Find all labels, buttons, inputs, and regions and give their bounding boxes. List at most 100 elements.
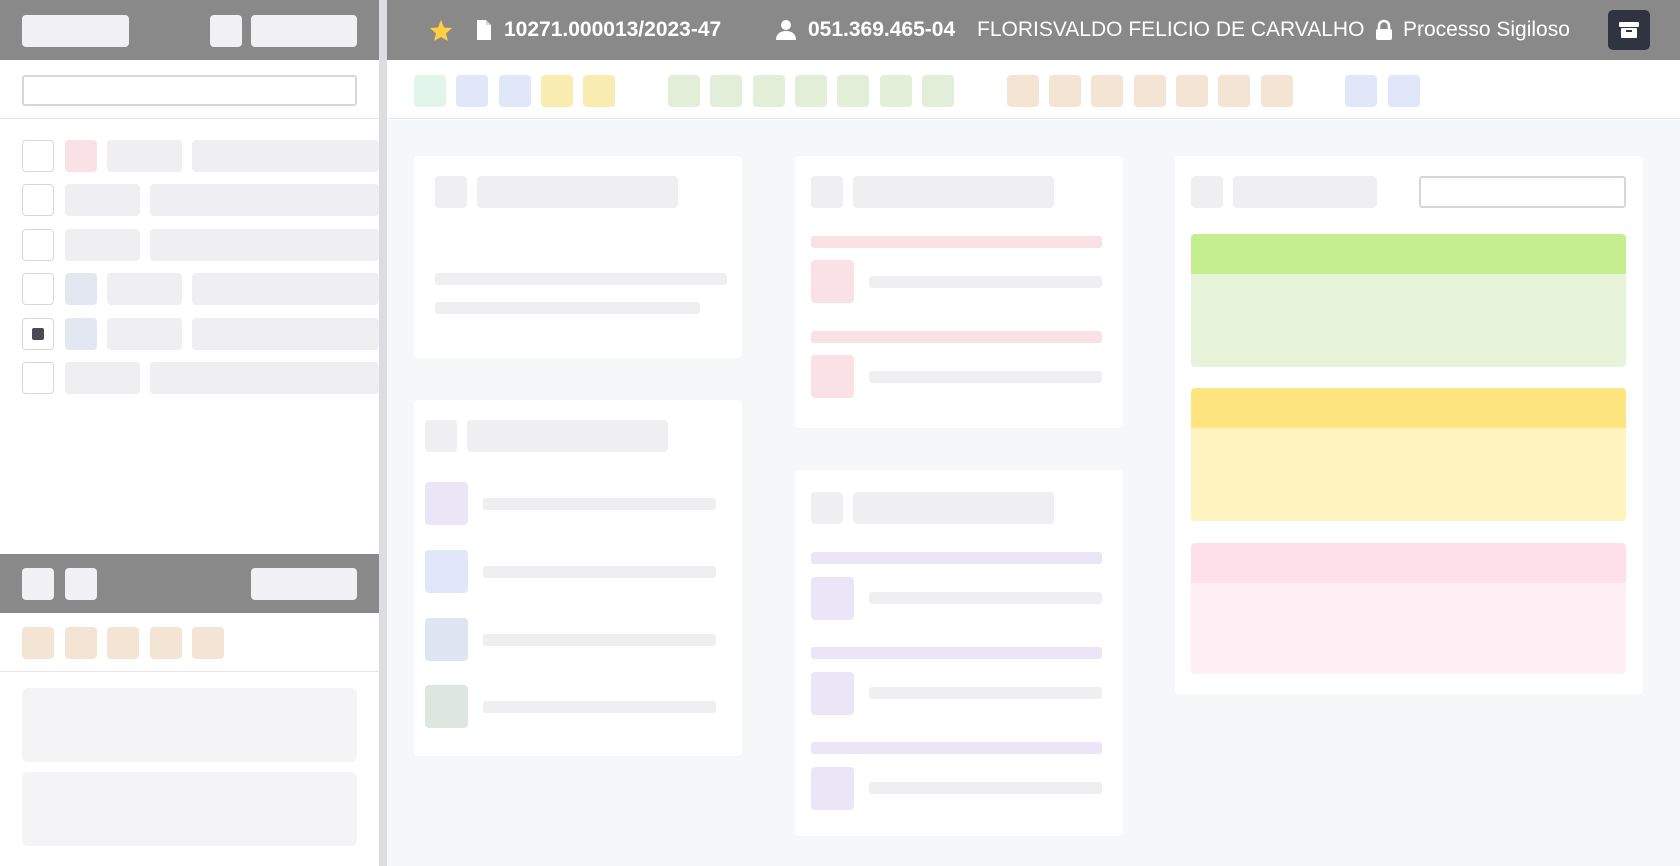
list-item-text [192, 273, 379, 305]
card-section-bar [811, 742, 1102, 754]
archive-button[interactable] [1608, 10, 1650, 50]
list-item-label [107, 273, 182, 305]
info-card [414, 156, 742, 358]
tag-button[interactable] [107, 627, 139, 659]
toolbar-button[interactable] [541, 75, 573, 107]
toolbar-button[interactable] [456, 75, 488, 107]
list-item-tag [65, 318, 97, 350]
card-title-placeholder [853, 492, 1054, 524]
star-icon[interactable] [429, 19, 453, 42]
toolbar-button[interactable] [1261, 75, 1293, 107]
left-bottom-block [22, 772, 357, 846]
secondary-toolbar-button-3[interactable] [251, 568, 357, 600]
list-item-checkbox[interactable] [22, 362, 54, 394]
list-item-label [107, 318, 182, 350]
tag-button[interactable] [192, 627, 224, 659]
action-toolbar [387, 60, 1680, 119]
secondary-toolbar-button-2[interactable] [65, 568, 97, 600]
card-title-placeholder [477, 176, 678, 208]
panel-divider[interactable] [379, 0, 387, 866]
list-item-label [65, 362, 140, 394]
tag-button[interactable] [65, 627, 97, 659]
note-yellow[interactable] [1191, 388, 1626, 521]
toolbar-button[interactable] [1049, 75, 1081, 107]
toolbar-button[interactable] [1176, 75, 1208, 107]
toolbar-button[interactable] [583, 75, 615, 107]
note-header [1191, 543, 1626, 583]
list-item-text [150, 184, 379, 216]
list-card-item-line [483, 566, 716, 578]
toolbar-button[interactable] [668, 75, 700, 107]
toolbar-button[interactable] [1134, 75, 1166, 107]
toolbar-button[interactable] [880, 75, 912, 107]
toolbar-button[interactable] [414, 75, 446, 107]
list-card [414, 400, 742, 756]
note-pink[interactable] [1191, 543, 1626, 674]
note-body [1191, 274, 1626, 367]
card-icon-placeholder [1191, 176, 1223, 208]
list-card-item-line [483, 498, 716, 510]
list-item-checkbox-checked[interactable] [22, 318, 54, 350]
card-line-placeholder [435, 273, 727, 285]
notes-card [1175, 156, 1643, 694]
list-item-tag [65, 140, 97, 172]
process-number: 10271.000013/2023-47 [476, 18, 721, 42]
search-input[interactable] [22, 75, 357, 106]
toolbar-button[interactable] [753, 75, 785, 107]
purple-list-card [795, 470, 1123, 836]
list-item-text [192, 318, 379, 350]
left-bottom-block [22, 688, 357, 762]
toolbar-button[interactable] [1007, 75, 1039, 107]
app-window: 10271.000013/2023-47 051.369.465-04 FLOR… [0, 0, 1680, 866]
left-tag-bar [0, 613, 379, 672]
toolbar-button[interactable] [1218, 75, 1250, 107]
archive-icon [1618, 20, 1640, 40]
card-icon-placeholder [435, 176, 467, 208]
left-toolbar [0, 0, 379, 60]
tag-button[interactable] [150, 627, 182, 659]
list-item-checkbox[interactable] [22, 273, 54, 305]
card-item-icon [811, 767, 854, 810]
card-item-line [869, 782, 1102, 794]
left-toolbar-button-3[interactable] [251, 15, 357, 47]
note-body [1191, 583, 1626, 674]
toolbar-button[interactable] [922, 75, 954, 107]
list-item-tag [65, 273, 97, 305]
list-item-label [65, 184, 140, 216]
card-section-bar [811, 236, 1102, 248]
card-title-placeholder [853, 176, 1054, 208]
list-item-text [150, 362, 379, 394]
person-name: FLORISVALDO FELICIO DE CARVALHO [977, 18, 1365, 41]
card-title-placeholder [467, 420, 668, 452]
list-card-item-line [483, 634, 716, 646]
toolbar-button[interactable] [1091, 75, 1123, 107]
list-item-text [150, 229, 379, 261]
left-panel [0, 0, 379, 866]
notes-filter-input[interactable] [1419, 176, 1626, 208]
card-item-line [869, 592, 1102, 604]
card-item-icon [811, 260, 854, 303]
toolbar-button[interactable] [710, 75, 742, 107]
toolbar-button[interactable] [795, 75, 827, 107]
toolbar-button[interactable] [499, 75, 531, 107]
toolbar-button[interactable] [837, 75, 869, 107]
secondary-toolbar-button-1[interactable] [22, 568, 54, 600]
note-header [1191, 234, 1626, 274]
toolbar-button[interactable] [1345, 75, 1377, 107]
note-green[interactable] [1191, 234, 1626, 367]
list-card-item-line [483, 701, 716, 713]
note-header [1191, 388, 1626, 428]
card-item-icon [811, 577, 854, 620]
card-section-bar [811, 647, 1102, 659]
list-item-checkbox[interactable] [22, 229, 54, 261]
tag-button[interactable] [22, 627, 54, 659]
toolbar-button[interactable] [1388, 75, 1420, 107]
list-card-item-icon [425, 685, 468, 728]
list-item-checkbox[interactable] [22, 184, 54, 216]
list-item-checkbox[interactable] [22, 140, 54, 172]
list-item-label [107, 140, 182, 172]
left-toolbar-button-1[interactable] [22, 15, 129, 47]
card-icon-placeholder [811, 176, 843, 208]
card-item-line [869, 371, 1102, 383]
left-toolbar-button-2[interactable] [210, 15, 242, 47]
